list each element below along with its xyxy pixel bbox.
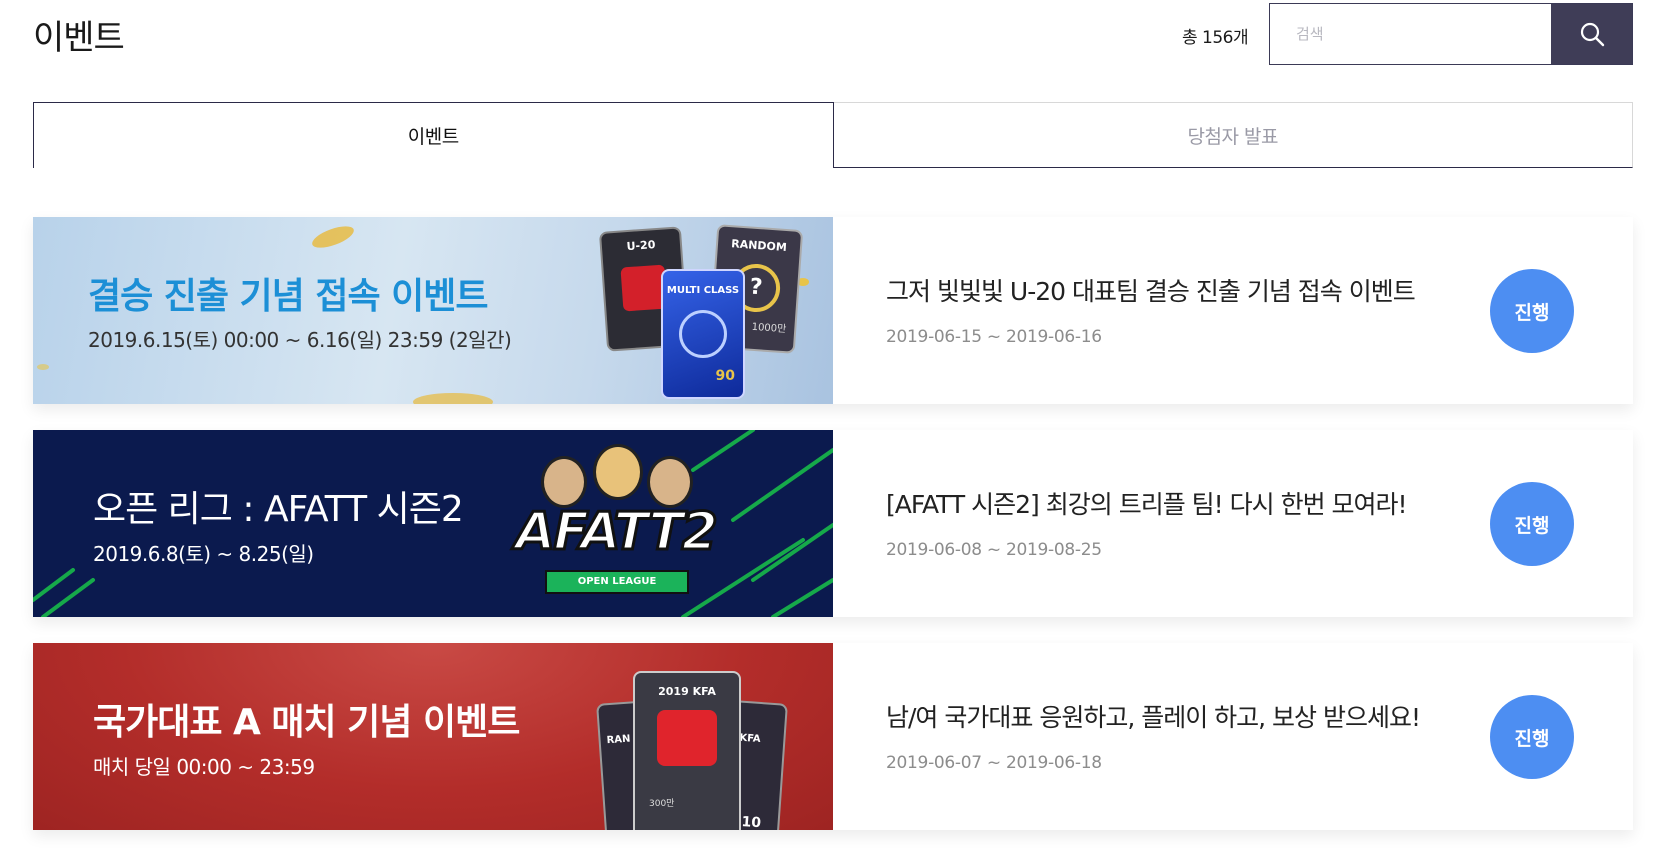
card-label: 300만 — [649, 799, 675, 809]
page-title: 이벤트 — [33, 18, 125, 58]
status-badge: 진행 — [1490, 695, 1574, 779]
status-badge: 진행 — [1490, 482, 1574, 566]
card-label: 2019 KFA — [658, 685, 716, 698]
event-banner[interactable]: 결승 진출 기념 접속 이벤트 2019.6.15(토) 00:00 ~ 6.1… — [33, 217, 833, 404]
event-info: 그저 빛빛빛 U-20 대표팀 결승 진출 기념 접속 이벤트 2019-06-… — [833, 217, 1633, 404]
event-title[interactable]: [AFATT 시즌2] 최강의 트리플 팀! 다시 한번 모여라! — [886, 485, 1408, 521]
banner-subtitle: 2019.6.8(토) ~ 8.25(일) — [93, 542, 314, 566]
event-info: [AFATT 시즌2] 최강의 트리플 팀! 다시 한번 모여라! 2019-0… — [833, 430, 1633, 617]
event-item[interactable]: 결승 진출 기념 접속 이벤트 2019.6.15(토) 00:00 ~ 6.1… — [33, 217, 1633, 404]
card-kfa-front: 2019 KFA 300만 — [633, 671, 741, 830]
search-box — [1269, 3, 1633, 65]
card-label: RANDOM — [730, 237, 788, 255]
banner-subtitle: 매치 당일 00:00 ~ 23:59 — [93, 755, 315, 779]
search-icon — [1580, 22, 1604, 47]
banner-title: 결승 진출 기념 접속 이벤트 — [88, 276, 488, 317]
event-date: 2019-06-07 ~ 2019-06-18 — [886, 753, 1102, 773]
status-badge: 진행 — [1490, 269, 1574, 353]
event-date: 2019-06-08 ~ 2019-08-25 — [886, 540, 1102, 560]
banner-subtitle: 2019.6.15(토) 00:00 ~ 6.16(일) 23:59 (2일간) — [88, 328, 512, 352]
event-list: 결승 진출 기념 접속 이벤트 2019.6.15(토) 00:00 ~ 6.1… — [33, 217, 1633, 856]
event-banner[interactable]: 국가대표 A 매치 기념 이벤트 매치 당일 00:00 ~ 23:59 RAN… — [33, 643, 833, 830]
event-item[interactable]: 오픈 리그 : AFATT 시즌2 2019.6.8(토) ~ 8.25(일) … — [33, 430, 1633, 617]
card-label: U-20 — [626, 238, 656, 254]
event-info: 남/여 국가대표 응원하고, 플레이 하고, 보상 받으세요! 2019-06-… — [833, 643, 1633, 830]
total-count: 총 156개 — [1182, 28, 1249, 48]
event-title[interactable]: 남/여 국가대표 응원하고, 플레이 하고, 보상 받으세요! — [886, 698, 1421, 734]
afatt-logo: AFATT2 OPEN LEAGUE — [503, 440, 728, 610]
logo-ribbon: OPEN LEAGUE — [545, 570, 689, 594]
tab-winners[interactable]: 당첨자 발표 — [833, 102, 1633, 168]
event-banner[interactable]: 오픈 리그 : AFATT 시즌2 2019.6.8(토) ~ 8.25(일) … — [33, 430, 833, 617]
banner-title: 오픈 리그 : AFATT 시즌2 — [93, 489, 464, 530]
tab-bar: 이벤트 당첨자 발표 — [33, 102, 1633, 168]
card-label: 90 — [715, 368, 735, 384]
card-label: MULTI CLASS — [666, 285, 740, 296]
event-title[interactable]: 그저 빛빛빛 U-20 대표팀 결승 진출 기념 접속 이벤트 — [886, 272, 1416, 308]
jersey-icon — [657, 710, 717, 766]
banner-title: 국가대표 A 매치 기념 이벤트 — [93, 702, 520, 743]
search-button[interactable] — [1551, 4, 1632, 64]
event-item[interactable]: 국가대표 A 매치 기념 이벤트 매치 당일 00:00 ~ 23:59 RAN… — [33, 643, 1633, 830]
search-input[interactable] — [1270, 4, 1551, 64]
emblem-icon — [679, 310, 727, 358]
card-label: KFA — [739, 732, 761, 746]
tab-events[interactable]: 이벤트 — [33, 102, 834, 168]
logo-text: AFATT2 — [514, 501, 720, 564]
event-date: 2019-06-15 ~ 2019-06-16 — [886, 327, 1102, 347]
card-multi-class: MULTI CLASS 90 — [661, 269, 745, 399]
card-label: 10 — [741, 813, 762, 830]
